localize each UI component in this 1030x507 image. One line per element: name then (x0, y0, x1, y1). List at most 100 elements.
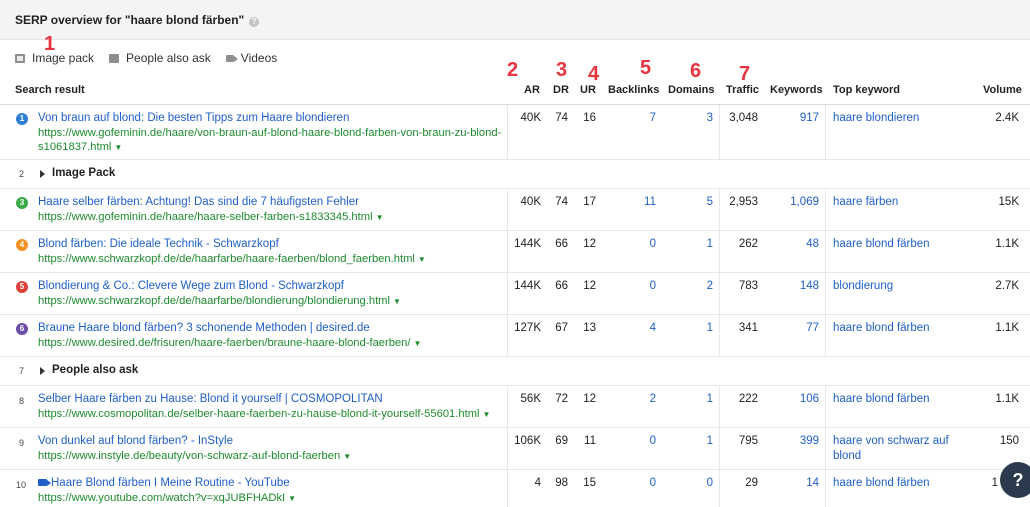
cell-keywords[interactable]: 1,069 (775, 196, 819, 208)
cell-ur: 12 (583, 393, 596, 405)
chevron-down-icon[interactable]: ▼ (418, 255, 426, 264)
cell-volume: 1 (991, 477, 998, 489)
column-divider (719, 470, 720, 507)
cell-top-keyword[interactable]: blondierung (833, 280, 893, 292)
col-search-result[interactable]: Search result (15, 84, 85, 96)
cell-backlinks[interactable]: 4 (620, 322, 656, 334)
col-ur[interactable]: UR (580, 84, 596, 96)
cell-domains[interactable]: 1 (680, 322, 713, 334)
result-title-link[interactable]: Haare Blond färben I Meine Routine - You… (38, 477, 290, 489)
cell-keywords[interactable]: 77 (775, 322, 819, 334)
cell-ar: 56K (520, 393, 541, 405)
result-url[interactable]: https://www.youtube.com/watch?v=xqJUBFHA… (38, 492, 296, 504)
cell-domains[interactable]: 1 (680, 238, 713, 250)
feature-videos[interactable]: Videos (225, 51, 277, 65)
cell-keywords[interactable]: 48 (775, 238, 819, 250)
cell-traffic: 262 (738, 238, 758, 250)
position-number: 10 (16, 480, 27, 490)
result-title-link[interactable]: Von dunkel auf blond färben? - InStyle (38, 435, 233, 447)
cell-top-keyword[interactable]: haare blond färben (833, 322, 930, 334)
col-keywords[interactable]: Keywords (770, 84, 823, 96)
cell-backlinks[interactable]: 0 (620, 238, 656, 250)
result-title-link[interactable]: Blondierung & Co.: Clevere Wege zum Blon… (38, 280, 344, 292)
cell-traffic: 222 (738, 393, 758, 405)
chevron-down-icon[interactable]: ▼ (343, 452, 351, 461)
expand-triangle-icon[interactable] (40, 170, 45, 178)
result-url[interactable]: https://www.gofeminin.de/haare/haare-sel… (38, 211, 384, 223)
result-title-link[interactable]: Blond färben: Die ideale Technik - Schwa… (38, 238, 279, 250)
result-url[interactable]: https://www.schwarzkopf.de/de/haarfarbe/… (38, 295, 401, 307)
expand-triangle-icon[interactable] (40, 367, 45, 375)
cell-backlinks[interactable]: 2 (620, 393, 656, 405)
cell-dr: 74 (555, 196, 568, 208)
cell-ar: 127K (514, 322, 541, 334)
cell-dr: 66 (555, 280, 568, 292)
cell-backlinks[interactable]: 0 (620, 435, 656, 447)
cell-dr: 69 (555, 435, 568, 447)
col-ar[interactable]: AR (524, 84, 540, 96)
cell-domains[interactable]: 0 (680, 477, 713, 489)
table-row-group[interactable]: 2 Image Pack (0, 160, 1030, 189)
cell-backlinks[interactable]: 11 (620, 196, 656, 208)
cell-top-keyword[interactable]: haare von schwarz auf (833, 435, 949, 447)
cell-top-keyword-cont[interactable]: blond (833, 450, 861, 462)
cell-domains[interactable]: 2 (680, 280, 713, 292)
result-url-cont[interactable]: s1061837.html ▼ (38, 141, 122, 153)
result-url[interactable]: https://www.instyle.de/beauty/von-schwar… (38, 450, 351, 462)
result-title-link[interactable]: Braune Haare blond färben? 3 schonende M… (38, 322, 370, 334)
feature-people-also-ask[interactable]: People also ask (109, 51, 211, 65)
cell-top-keyword[interactable]: haare blond färben (833, 393, 930, 405)
col-top-keyword[interactable]: Top keyword (833, 84, 900, 96)
cell-top-keyword[interactable]: haare blond färben (833, 477, 930, 489)
cell-ar: 144K (514, 280, 541, 292)
cell-keywords[interactable]: 917 (775, 112, 819, 124)
cell-domains[interactable]: 1 (680, 435, 713, 447)
position-badge: 1 (16, 113, 28, 125)
col-volume[interactable]: Volume (983, 84, 1022, 96)
chevron-down-icon[interactable]: ▼ (288, 494, 296, 503)
result-title-link[interactable]: Haare selber färben: Achtung! Das sind d… (38, 196, 359, 208)
cell-domains[interactable]: 1 (680, 393, 713, 405)
cell-backlinks[interactable]: 0 (620, 280, 656, 292)
chevron-down-icon[interactable]: ▼ (393, 297, 401, 306)
table-row-group[interactable]: 7 People also ask (0, 357, 1030, 386)
cell-backlinks[interactable]: 7 (620, 112, 656, 124)
result-url[interactable]: https://www.gofeminin.de/haare/von-braun… (38, 127, 501, 139)
group-label[interactable]: Image Pack (52, 167, 115, 179)
chevron-down-icon[interactable]: ▼ (376, 213, 384, 222)
column-divider (825, 273, 826, 315)
cell-domains[interactable]: 5 (680, 196, 713, 208)
help-chat-button[interactable]: ? (1000, 462, 1030, 498)
chevron-down-icon[interactable]: ▼ (114, 143, 122, 152)
cell-top-keyword[interactable]: haare blond färben (833, 238, 930, 250)
result-title-link[interactable]: Von braun auf blond: Die besten Tipps zu… (38, 112, 349, 124)
video-icon (38, 479, 51, 486)
cell-keywords[interactable]: 399 (775, 435, 819, 447)
col-domains[interactable]: Domains (668, 84, 714, 96)
column-divider (719, 315, 720, 357)
help-icon[interactable]: ? (249, 17, 260, 27)
page-title: SERP overview for "haare blond färben"? (15, 13, 260, 27)
cell-dr: 72 (555, 393, 568, 405)
cell-keywords[interactable]: 106 (775, 393, 819, 405)
cell-keywords[interactable]: 14 (775, 477, 819, 489)
cell-backlinks[interactable]: 0 (620, 477, 656, 489)
position-number: 7 (19, 366, 25, 376)
result-url[interactable]: https://www.desired.de/frisuren/haare-fa… (38, 337, 421, 349)
cell-ur: 12 (583, 280, 596, 292)
cell-top-keyword[interactable]: haare blondieren (833, 112, 919, 124)
column-divider (719, 273, 720, 315)
result-title-link[interactable]: Selber Haare färben zu Hause: Blond it y… (38, 393, 383, 405)
col-traffic[interactable]: Traffic (726, 84, 759, 96)
chevron-down-icon[interactable]: ▼ (414, 339, 422, 348)
cell-volume: 15K (998, 196, 1019, 208)
cell-keywords[interactable]: 148 (775, 280, 819, 292)
result-url[interactable]: https://www.cosmopolitan.de/selber-haare… (38, 408, 490, 420)
col-dr[interactable]: DR (553, 84, 569, 96)
col-backlinks[interactable]: Backlinks (608, 84, 659, 96)
result-url[interactable]: https://www.schwarzkopf.de/de/haarfarbe/… (38, 253, 426, 265)
group-label[interactable]: People also ask (52, 364, 138, 376)
cell-domains[interactable]: 3 (680, 112, 713, 124)
chevron-down-icon[interactable]: ▼ (483, 410, 491, 419)
cell-top-keyword[interactable]: haare färben (833, 196, 898, 208)
